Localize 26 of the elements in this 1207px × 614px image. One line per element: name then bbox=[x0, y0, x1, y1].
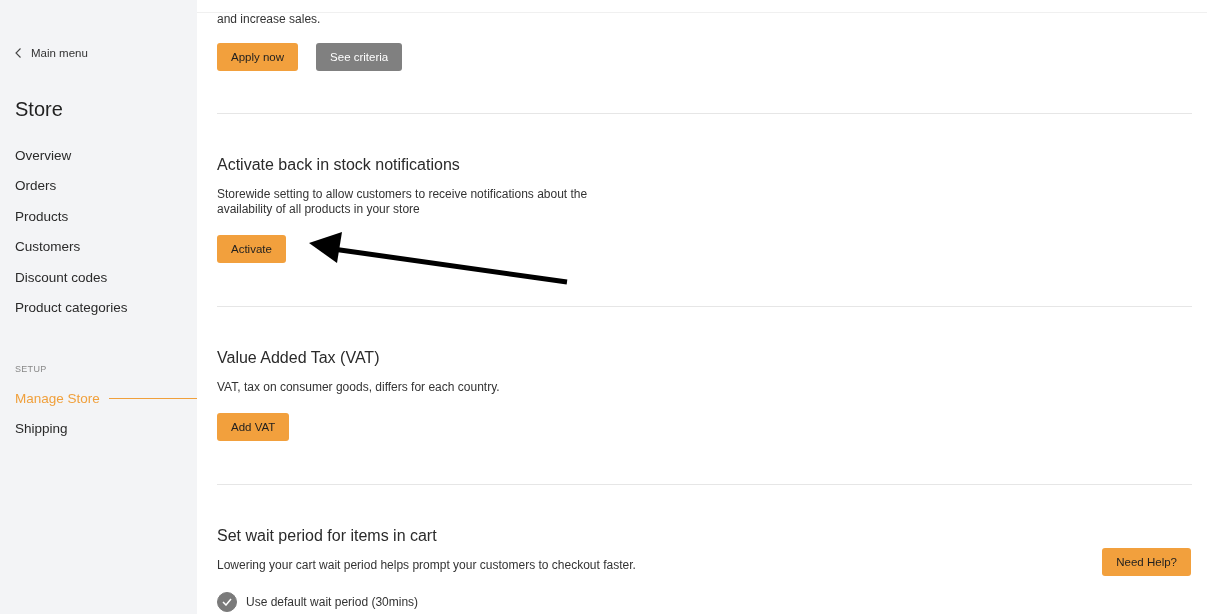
section-description: and increase sales. bbox=[217, 13, 322, 25]
section-heading: Value Added Tax (VAT) bbox=[217, 348, 381, 368]
sidebar-title: Store bbox=[15, 97, 63, 122]
action-button[interactable]: See criteria bbox=[316, 43, 403, 71]
group-heading: SETUP bbox=[15, 363, 47, 375]
sidebar-item[interactable]: Shipping bbox=[15, 413, 197, 444]
sidebar-item[interactable]: Product categories bbox=[15, 292, 197, 323]
checkmark-icon bbox=[222, 598, 232, 606]
option-label: Use default wait period (30mins) bbox=[246, 595, 419, 609]
chevron-left-icon bbox=[15, 48, 21, 58]
back-link[interactable]: Main menu bbox=[15, 44, 88, 62]
section-description: Lowering your cart wait period helps prompt your customers to checkout faster. bbox=[217, 558, 637, 573]
checkbox[interactable] bbox=[217, 592, 237, 612]
sidebar-item[interactable]: Orders bbox=[15, 170, 197, 201]
section-description: VAT, tax on consumer goods, differs for each country. bbox=[217, 380, 501, 395]
sidebar-item[interactable]: Overview bbox=[15, 140, 197, 171]
action-button[interactable]: Activate bbox=[217, 235, 286, 263]
action-button[interactable]: Apply now bbox=[217, 43, 299, 71]
section-heading: Set wait period for items in cart bbox=[217, 526, 438, 546]
action-button[interactable]: Need Help? bbox=[1102, 548, 1191, 576]
action-button[interactable]: Add VAT bbox=[217, 413, 290, 441]
sidebar-item[interactable]: Discount codes bbox=[15, 262, 197, 293]
section-description: Storewide setting to allow customers to receive notifications about the availability of all products in your store bbox=[217, 187, 589, 217]
sidebar-item[interactable]: Products bbox=[15, 201, 197, 232]
sidebar-item[interactable]: Customers bbox=[15, 231, 197, 262]
section-heading: Activate back in stock notifications bbox=[217, 155, 461, 175]
